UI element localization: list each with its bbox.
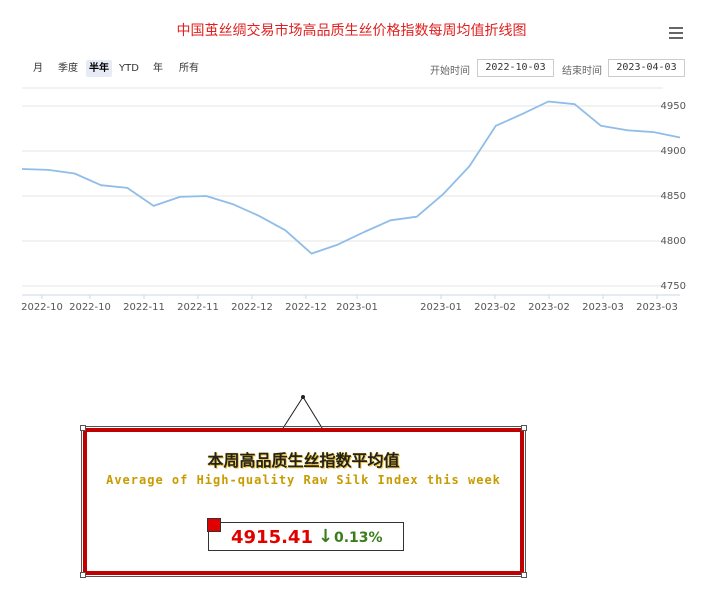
y-tick-label: 4950 [661,101,686,112]
y-tick-label: 4750 [661,281,686,292]
series-line [21,100,681,255]
x-tick-label: 2022-11 [177,302,219,313]
callout-title-en: Average of High-quality Raw Silk Index t… [106,473,501,487]
x-tick-label: 2022-12 [285,302,327,313]
x-tick-label: 2023-02 [528,302,570,313]
x-tick-label: 2023-03 [582,302,624,313]
y-tick-label: 4800 [661,236,686,247]
index-value-box: 4915.41 ↓ 0.13% [207,518,404,551]
x-tick-label: 2022-10 [21,302,63,313]
x-tick-label: 2023-01 [336,302,378,313]
arrow-down-icon: ↓ [318,526,334,547]
x-tick-label: 2023-01 [420,302,462,313]
x-tick-label: 2023-03 [636,302,678,313]
x-tick-label: 2022-11 [123,302,165,313]
chart-page: 中国茧丝绸交易市场高品质生丝价格指数每周均值折线图 月 季度 半年 YTD 年 … [0,0,703,593]
line-chart: 4750 4800 4850 4900 4950 2022-10 2022-10 2022-1… [21,87,686,313]
y-tick-label: 4850 [661,191,686,202]
x-tick-label: 2022-10 [69,302,111,313]
change-percent: 0.13% [334,530,383,546]
x-tick-label: 2022-12 [231,302,273,313]
weekly-average-callout: 本周高品质生丝指数平均值 Average of High-quality Raw… [80,425,527,578]
x-tick-label: 2023-02 [474,302,516,313]
y-tick-label: 4900 [661,146,686,157]
red-marker-icon [207,518,221,532]
index-value: 4915.41 [231,527,313,548]
callout-title-cn: 本周高品质生丝指数平均值 [207,451,400,470]
